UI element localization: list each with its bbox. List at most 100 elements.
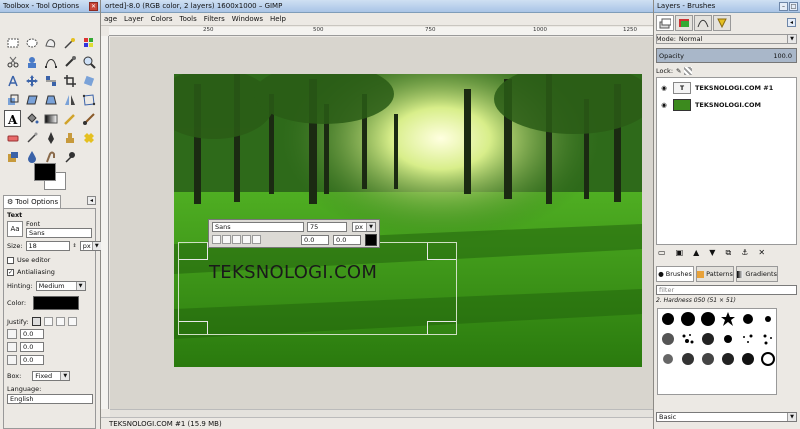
scale-tool[interactable] bbox=[4, 91, 21, 108]
bucket-fill-tool[interactable] bbox=[23, 110, 40, 127]
anchor-layer-icon[interactable]: ⚓ bbox=[741, 248, 748, 258]
clone-tool[interactable] bbox=[61, 129, 78, 146]
use-editor-checkbox[interactable] bbox=[7, 256, 14, 264]
menu-tools[interactable]: Tools bbox=[180, 15, 197, 23]
duplicate-layer-icon[interactable]: ⧉ bbox=[725, 248, 731, 258]
menu-windows[interactable]: Windows bbox=[232, 15, 263, 23]
text-bar-size-field[interactable]: 75 bbox=[307, 222, 347, 232]
menu-layer[interactable]: Layer bbox=[124, 15, 144, 23]
paths-tool[interactable] bbox=[42, 53, 59, 70]
rotate-tool[interactable] bbox=[80, 72, 97, 89]
brush-item[interactable] bbox=[718, 329, 738, 349]
font-preview-icon[interactable]: Aa bbox=[7, 221, 23, 237]
lower-layer-icon[interactable]: ▼ bbox=[709, 248, 715, 258]
brush-item[interactable] bbox=[758, 329, 778, 349]
crop-tool[interactable] bbox=[61, 72, 78, 89]
tab-undo[interactable] bbox=[713, 15, 731, 31]
justify-right-button[interactable] bbox=[43, 317, 53, 326]
color-picker-tool[interactable] bbox=[61, 53, 78, 70]
ellipse-select-tool[interactable] bbox=[23, 34, 40, 51]
justify-left-button[interactable] bbox=[31, 317, 41, 326]
justify-fill-button[interactable] bbox=[67, 317, 77, 326]
lock-pixels-icon[interactable]: ✎ bbox=[676, 67, 681, 75]
text-bar-color-button[interactable] bbox=[365, 234, 377, 246]
perspective-tool[interactable] bbox=[42, 91, 59, 108]
select-by-color-tool[interactable] bbox=[80, 34, 97, 51]
brush-item[interactable] bbox=[738, 329, 758, 349]
foreground-select-tool[interactable] bbox=[23, 53, 40, 70]
new-layer-icon[interactable]: ▭ bbox=[658, 248, 666, 258]
brush-item[interactable] bbox=[698, 349, 718, 369]
scissors-select-tool[interactable] bbox=[4, 53, 21, 70]
maximize-icon[interactable]: □ bbox=[789, 1, 798, 11]
rect-select-tool[interactable] bbox=[4, 34, 21, 51]
letter-spacing-field[interactable]: 0.0 bbox=[20, 355, 44, 365]
text-strike-button[interactable] bbox=[242, 235, 251, 244]
cage-transform-tool[interactable] bbox=[80, 91, 97, 108]
brush-item[interactable] bbox=[678, 329, 698, 349]
move-tool[interactable] bbox=[23, 72, 40, 89]
foreground-color-swatch[interactable] bbox=[34, 163, 56, 181]
paintbrush-tool[interactable] bbox=[80, 110, 97, 127]
justify-center-button[interactable] bbox=[55, 317, 65, 326]
brush-item[interactable] bbox=[678, 349, 698, 369]
line-spacing-field[interactable]: 0.0 bbox=[20, 342, 44, 352]
size-spinner-icon[interactable]: ⇕ bbox=[73, 243, 77, 249]
tab-layers[interactable] bbox=[656, 15, 674, 31]
flip-tool[interactable] bbox=[61, 91, 78, 108]
horizontal-ruler[interactable]: 250 500 750 1000 1250 bbox=[109, 27, 653, 36]
measure-tool[interactable] bbox=[4, 72, 21, 89]
align-tool[interactable] bbox=[42, 72, 59, 89]
hinting-select[interactable]: Medium ▼ bbox=[35, 281, 86, 291]
antialiasing-checkbox[interactable]: ✓ bbox=[7, 268, 14, 276]
brush-item[interactable] bbox=[658, 349, 678, 369]
brush-item[interactable] bbox=[758, 349, 778, 369]
menu-filters[interactable]: Filters bbox=[204, 15, 225, 23]
box-select[interactable]: Fixed ▼ bbox=[32, 371, 71, 381]
mode-select[interactable]: ▼ bbox=[656, 34, 797, 44]
new-group-icon[interactable]: ▣ bbox=[676, 248, 684, 258]
tab-gradients[interactable]: Gradients bbox=[736, 266, 778, 282]
airbrush-tool[interactable] bbox=[23, 129, 40, 146]
size-unit-select[interactable]: px ▼ bbox=[79, 241, 102, 251]
layer-row[interactable]: ◉ T TEKSNOLOGI.COM #1 bbox=[659, 80, 800, 96]
text-underline-button[interactable] bbox=[232, 235, 241, 244]
blend-tool[interactable] bbox=[42, 110, 59, 127]
shear-tool[interactable] bbox=[23, 91, 40, 108]
brush-item[interactable] bbox=[718, 349, 738, 369]
text-bold-button[interactable] bbox=[212, 235, 221, 244]
canvas-area[interactable] bbox=[110, 37, 653, 409]
text-bar-kerning-field[interactable]: 0.0 bbox=[333, 235, 361, 245]
tab-brushes[interactable]: ● Brushes bbox=[656, 266, 694, 282]
layer-row[interactable]: ◉ TEKSNOLOGI.COM bbox=[659, 97, 800, 113]
text-clear-button[interactable] bbox=[252, 235, 261, 244]
tab-paths[interactable] bbox=[694, 15, 712, 31]
ink-tool[interactable] bbox=[42, 129, 59, 146]
indent-field[interactable]: 0.0 bbox=[20, 329, 44, 339]
heal-tool[interactable] bbox=[80, 129, 97, 146]
fuzzy-select-tool[interactable] bbox=[61, 34, 78, 51]
tab-tool-options[interactable]: ⚙ Tool Options bbox=[3, 195, 61, 208]
brush-item[interactable] bbox=[738, 349, 758, 369]
free-select-tool[interactable] bbox=[42, 34, 59, 51]
brush-item[interactable] bbox=[658, 329, 678, 349]
brush-item[interactable] bbox=[738, 309, 758, 329]
text-bar-font-field[interactable]: Sans bbox=[212, 222, 304, 232]
lock-alpha-icon[interactable] bbox=[684, 67, 693, 75]
horizontal-scrollbar[interactable] bbox=[110, 409, 653, 417]
menu-image[interactable]: age bbox=[104, 15, 117, 23]
close-icon[interactable]: ✕ bbox=[89, 1, 98, 11]
pencil-tool[interactable] bbox=[61, 110, 78, 127]
text-bar-baseline-field[interactable]: 0.0 bbox=[301, 235, 329, 245]
text-tool[interactable]: A bbox=[4, 110, 21, 127]
tab-patterns[interactable]: Patterns bbox=[696, 266, 734, 282]
eye-icon[interactable]: ◉ bbox=[659, 101, 669, 109]
canvas-text[interactable]: TEKSNOLOGI.COM bbox=[209, 262, 377, 283]
perspective-clone-tool[interactable] bbox=[4, 148, 21, 165]
text-color-button[interactable] bbox=[33, 296, 80, 310]
delete-layer-icon[interactable]: ✕ bbox=[758, 248, 765, 258]
text-box-frame[interactable] bbox=[178, 242, 457, 335]
font-field[interactable]: Sans bbox=[26, 228, 92, 238]
menu-help[interactable]: Help bbox=[270, 15, 286, 23]
minimize-icon[interactable]: – bbox=[779, 1, 788, 11]
